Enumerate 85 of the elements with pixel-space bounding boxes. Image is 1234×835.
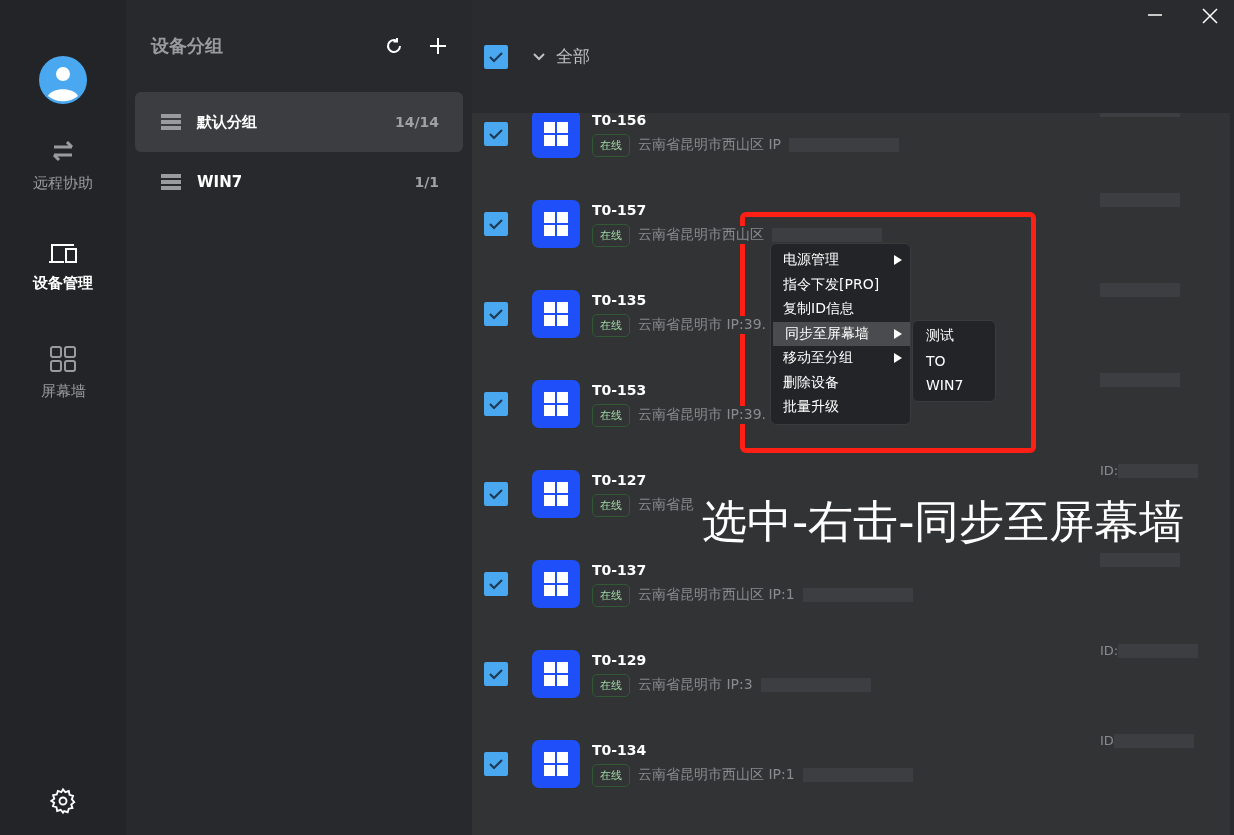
checkmark-icon — [488, 50, 504, 63]
device-name: T0-137 — [592, 561, 647, 578]
checkmark-icon — [488, 128, 504, 140]
device-name: T0-134 — [592, 741, 647, 758]
location-text: 云南省昆 — [638, 496, 694, 514]
device-name: T0-157 — [592, 201, 647, 218]
windows-icon — [532, 290, 580, 338]
location-text: 云南省昆明市西山区 IP — [638, 136, 782, 154]
menu-item[interactable]: 批量升级 — [771, 395, 910, 420]
location-text: 云南省昆明市西山区 IP:1 — [638, 766, 795, 784]
group-label: 全部 — [556, 45, 590, 68]
group-count: 14/14 — [394, 114, 439, 130]
status-tag: 在线 — [592, 583, 630, 607]
checkmark-icon — [488, 308, 504, 320]
status-tag: 在线 — [592, 763, 630, 787]
status-tag: 在线 — [592, 133, 630, 157]
status-tag: 在线 — [592, 223, 630, 247]
checkmark-icon — [488, 398, 504, 410]
status-tag: 在线 — [592, 493, 630, 517]
menu-item[interactable]: 同步至屏幕墙 — [773, 321, 910, 346]
location-text: 云南省昆明市西山区 — [638, 226, 764, 244]
device-id: ID: — [1100, 643, 1119, 658]
row-checkbox[interactable] — [484, 662, 508, 686]
row-checkbox[interactable] — [484, 572, 508, 596]
nav-item[interactable]: 远程协助 — [33, 138, 93, 242]
close-icon[interactable] — [1202, 8, 1218, 24]
windows-icon — [532, 650, 580, 698]
checkmark-icon — [488, 218, 504, 230]
nav-item[interactable]: 屏幕墙 — [40, 346, 86, 450]
location-text: 云南省昆明市 IP:3 — [638, 676, 753, 694]
devices-icon — [48, 242, 78, 264]
add-icon[interactable] — [429, 37, 447, 55]
row-checkbox[interactable] — [484, 302, 508, 326]
windows-icon — [532, 560, 580, 608]
row-checkbox[interactable] — [484, 212, 508, 236]
menu-item[interactable]: 电源管理 — [771, 248, 910, 273]
status-tag: 在线 — [592, 673, 630, 697]
menu-item[interactable]: 测试 — [913, 324, 995, 349]
windows-icon — [532, 113, 580, 158]
windows-icon — [532, 740, 580, 788]
location-text: 云南省昆明市西山区 IP:1 — [638, 586, 795, 604]
row-checkbox[interactable] — [484, 392, 508, 416]
menu-item[interactable]: WIN7 — [913, 373, 995, 398]
group-count: 1/1 — [414, 174, 439, 190]
row-checkbox[interactable] — [484, 122, 508, 146]
menu-item[interactable]: 复制ID信息 — [771, 297, 910, 322]
device-name: T0-153 — [592, 381, 647, 398]
menu-item[interactable]: 指令下发[PRO] — [771, 272, 910, 297]
menu-item[interactable]: 删除设备 — [771, 370, 910, 395]
device-id: ID: — [1100, 463, 1119, 478]
device-name: T0-135 — [592, 291, 647, 308]
grid-icon — [50, 346, 76, 372]
list-icon — [161, 114, 181, 130]
annotation-caption: 选中-右击-同步至屏幕墙 — [702, 499, 1185, 544]
select-all-checkbox[interactable] — [484, 44, 508, 69]
list-icon — [161, 174, 181, 190]
group-item[interactable]: 默认分组 14/14 — [135, 92, 463, 152]
device-name: T0-127 — [592, 471, 647, 488]
nav-item[interactable]: 设备管理 — [33, 242, 93, 346]
menu-item[interactable]: 移动至分组 — [771, 346, 910, 371]
checkmark-icon — [488, 488, 504, 500]
device-id: ID — [1100, 733, 1114, 748]
settings-icon[interactable] — [49, 787, 77, 815]
checkmark-icon — [488, 668, 504, 680]
status-tag: 在线 — [592, 403, 630, 427]
windows-icon — [532, 200, 580, 248]
checkmark-icon — [488, 758, 504, 770]
device-name: T0-129 — [592, 651, 647, 668]
row-checkbox[interactable] — [484, 752, 508, 776]
checkmark-icon — [488, 578, 504, 590]
refresh-icon[interactable] — [385, 37, 403, 55]
group-item[interactable]: WIN7 1/1 — [135, 152, 463, 212]
windows-icon — [532, 380, 580, 428]
group-name: WIN7 — [197, 173, 244, 191]
panel-title: 设备分组 — [151, 34, 224, 58]
status-tag: 在线 — [592, 313, 630, 337]
location-text: 云南省昆明市 IP:39. — [638, 316, 766, 334]
avatar-icon[interactable] — [39, 56, 87, 104]
location-text: 云南省昆明市 IP:39. — [638, 406, 766, 424]
windows-icon — [532, 470, 580, 518]
chevron-icon[interactable] — [532, 51, 546, 62]
group-name: 默认分组 — [197, 112, 258, 132]
device-name: T0-156 — [592, 113, 647, 128]
row-checkbox[interactable] — [484, 482, 508, 506]
menu-item[interactable]: TO — [913, 348, 995, 373]
